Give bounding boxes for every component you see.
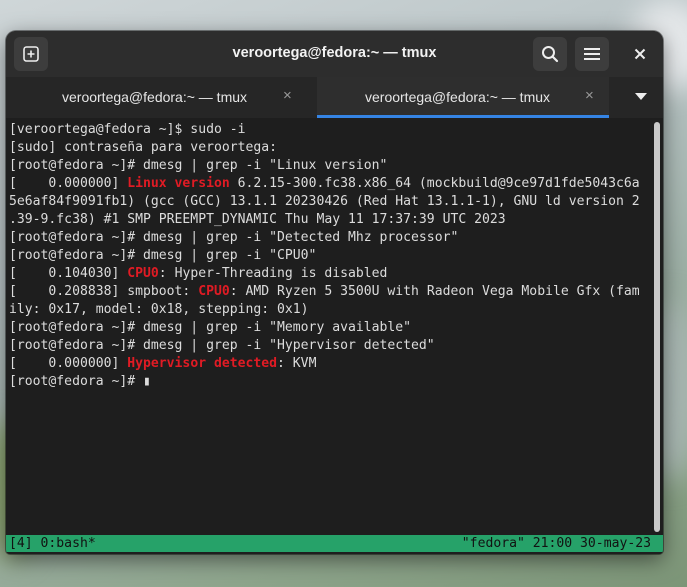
terminal-line: [ 0.000000] Hypervisor detected: KVM (9, 355, 654, 373)
tab-label: veroortega@fedora:~ — tmux (62, 89, 248, 105)
terminal-text: [veroortega@fedora ~]$ sudo -i (9, 122, 246, 137)
cursor: ▮ (143, 374, 151, 389)
terminal-line: [ 0.208838] smpboot: CPU0: AMD Ryzen 5 3… (9, 283, 654, 301)
status-right: "fedora" 21:00 30-may-23 (461, 536, 651, 551)
terminal-line: [root@fedora ~]# dmesg | grep -i "Linux … (9, 157, 654, 175)
terminal-area[interactable]: [veroortega@fedora ~]$ sudo -i [sudo] con… (6, 118, 663, 554)
chevron-down-icon (635, 93, 647, 100)
grep-match: Hypervisor detected (127, 356, 278, 371)
terminal-text: [ 0.000000] (9, 176, 128, 191)
tab-close-button[interactable]: × (585, 87, 594, 104)
title-bar: veroortega@fedora:~ — tmux (6, 31, 663, 77)
terminal-text: [root@fedora ~]# dmesg | grep -i "Detect… (9, 230, 459, 245)
hamburger-menu-icon (584, 48, 600, 60)
menu-button[interactable] (575, 37, 609, 71)
close-icon (634, 48, 646, 60)
terminal-output: [veroortega@fedora ~]$ sudo -i [sudo] con… (9, 121, 654, 391)
terminal-text: : KVM (277, 356, 317, 371)
tab-2[interactable]: veroortega@fedora:~ — tmux × (317, 77, 609, 118)
terminal-line: [root@fedora ~]# dmesg | grep -i "Detect… (9, 229, 654, 247)
tab-label: veroortega@fedora:~ — tmux (365, 89, 551, 105)
terminal-text: [sudo] contraseña para veroortega: (9, 140, 278, 155)
terminal-text: [ 0.208838] smpboot: (9, 284, 199, 299)
terminal-line: [root@fedora ~]# dmesg | grep -i "CPU0" (9, 247, 654, 265)
terminal-window: veroortega@fedora:~ — tmux veroortega@fe… (6, 31, 663, 554)
tabs-dropdown-button[interactable] (626, 85, 656, 109)
tab-1[interactable]: veroortega@fedora:~ — tmux × (6, 77, 317, 118)
terminal-text: : Hyper-Threading is disabled (158, 266, 388, 281)
terminal-text: [root@fedora ~]# dmesg | grep -i "Memory… (9, 320, 412, 335)
terminal-text: : AMD Ryzen 5 3500U with Radeon Vega Mob… (229, 284, 640, 299)
terminal-text: ily: 0x17, model: 0x18, stepping: 0x1) (9, 302, 309, 317)
tmux-status-bar: [4] 0:bash* "fedora" 21:00 30-may-23 (6, 535, 663, 552)
terminal-line: ily: 0x17, model: 0x18, stepping: 0x1) (9, 301, 654, 319)
terminal-text: .39-9.fc38) #1 SMP PREEMPT_DYNAMIC Thu M… (9, 212, 506, 227)
terminal-text: [root@fedora ~]# dmesg | grep -i "Linux … (9, 158, 388, 173)
terminal-line: 5e6af84f9091fb1) (gcc (GCC) 13.1.1 20230… (9, 193, 654, 211)
terminal-text: 6.2.15-300.fc38.x86_64 (mockbuild@9ce97d… (229, 176, 640, 191)
terminal-text: [ 0.000000] (9, 356, 128, 371)
terminal-line: [ 0.104030] CPU0: Hyper-Threading is dis… (9, 265, 654, 283)
scrollbar[interactable] (654, 122, 660, 532)
status-left: [4] 0:bash* (9, 536, 96, 551)
grep-match: CPU0 (198, 284, 230, 299)
terminal-text: [root@fedora ~]# dmesg | grep -i "CPU0" (9, 248, 317, 263)
tab-close-button[interactable]: × (283, 87, 292, 104)
grep-match: Linux version (127, 176, 230, 191)
terminal-line: [veroortega@fedora ~]$ sudo -i (9, 121, 654, 139)
terminal-text: [root@fedora ~]# (9, 374, 144, 389)
tab-bar: veroortega@fedora:~ — tmux × veroortega@… (6, 77, 663, 118)
terminal-line: [root@fedora ~]# dmesg | grep -i "Hyperv… (9, 337, 654, 355)
terminal-text: [root@fedora ~]# dmesg | grep -i "Hyperv… (9, 338, 435, 353)
terminal-line: [root@fedora ~]# ▮ (9, 373, 654, 391)
terminal-line: .39-9.fc38) #1 SMP PREEMPT_DYNAMIC Thu M… (9, 211, 654, 229)
close-window-button[interactable] (623, 37, 657, 71)
search-button[interactable] (533, 37, 567, 71)
terminal-line: [sudo] contraseña para veroortega: (9, 139, 654, 157)
terminal-line: [root@fedora ~]# dmesg | grep -i "Memory… (9, 319, 654, 337)
terminal-text: [ 0.104030] (9, 266, 128, 281)
grep-match: CPU0 (127, 266, 159, 281)
search-icon (542, 46, 559, 63)
terminal-text: 5e6af84f9091fb1) (gcc (GCC) 13.1.1 20230… (9, 194, 640, 209)
terminal-line: [ 0.000000] Linux version 6.2.15-300.fc3… (9, 175, 654, 193)
